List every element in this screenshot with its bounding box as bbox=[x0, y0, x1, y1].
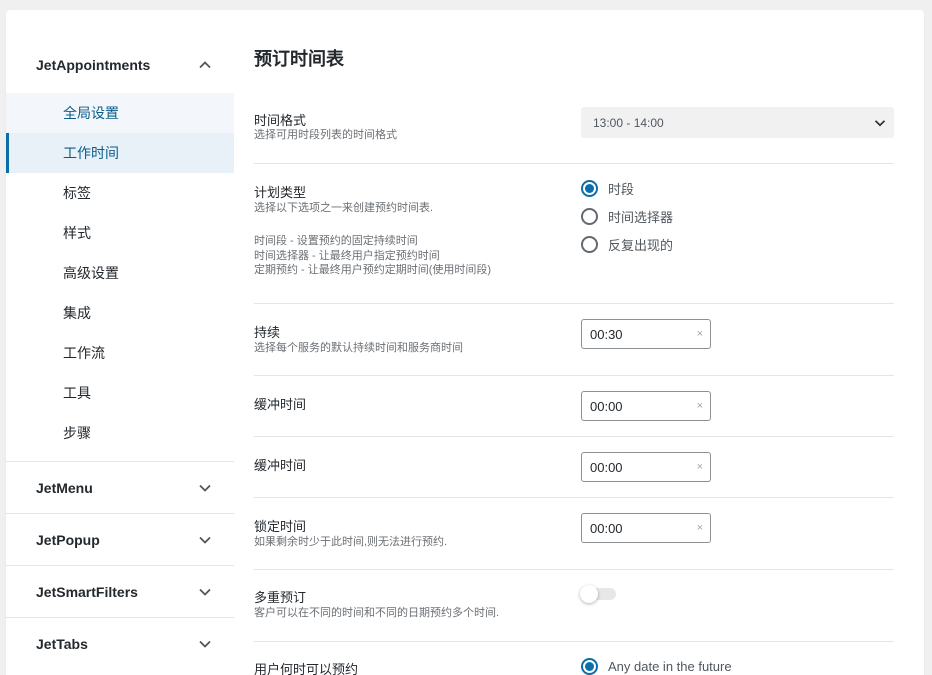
time-format-row: 时间格式 选择可用时段列表的时间格式 13:00 - 14:00 bbox=[254, 90, 894, 164]
time-format-desc: 选择可用时段列表的时间格式 bbox=[254, 129, 397, 141]
time-format-value: 13:00 - 14:00 bbox=[593, 115, 664, 130]
multi-booking-toggle[interactable] bbox=[580, 585, 616, 603]
toggle-knob bbox=[580, 585, 598, 603]
duration-row: 持续 选择每个服务的默认持续时间和服务商时间 00:30 × bbox=[254, 304, 894, 376]
buffer-time-after-row: 缓冲时间 00:00 × bbox=[254, 437, 894, 498]
settings-card: JetAppointments 全局设置 工作时间 标签 样式 高级设置 集成 … bbox=[6, 10, 924, 675]
lock-time-label: 锁定时间 bbox=[254, 519, 307, 534]
schedule-type-note: 定期预约 - 让最终用户预约定期时间(使用时间段) bbox=[254, 264, 492, 276]
plugin-name: JetAppointments bbox=[36, 57, 151, 73]
sidebar-item-general-settings[interactable]: 全局设置 bbox=[6, 93, 234, 133]
buffer-time-value: 00:00 bbox=[590, 398, 623, 414]
duration-value: 00:30 bbox=[590, 326, 623, 342]
lock-time-desc: 如果剩余时少于此时间,则无法进行预约. bbox=[254, 536, 448, 548]
sidebar-item-integrations[interactable]: 集成 bbox=[6, 293, 234, 333]
buffer-time-label: 缓冲时间 bbox=[254, 397, 307, 412]
booking-window-radios: Any date in the future bbox=[581, 652, 732, 675]
buffer-time-label: 缓冲时间 bbox=[254, 458, 307, 473]
radio-time-picker[interactable]: 时间选择器 bbox=[581, 202, 673, 230]
radio-unchecked-icon bbox=[581, 207, 598, 225]
sidebar-item-tools[interactable]: 工具 bbox=[6, 373, 234, 413]
plugin-name: JetSmartFilters bbox=[36, 583, 138, 600]
booking-window-label: 用户何时可以预约 bbox=[254, 662, 359, 675]
buffer-time-before-row: 缓冲时间 00:00 × bbox=[254, 376, 894, 437]
lock-time-input[interactable]: 00:00 × bbox=[581, 513, 711, 543]
clear-icon[interactable]: × bbox=[697, 328, 703, 340]
jetappointments-submenu: 全局设置 工作时间 标签 样式 高级设置 集成 工作流 工具 步骤 bbox=[6, 93, 234, 461]
radio-checked-icon bbox=[581, 657, 598, 675]
radio-any-future-date[interactable]: Any date in the future bbox=[581, 652, 732, 675]
schedule-type-label: 计划类型 bbox=[254, 185, 307, 200]
clear-icon[interactable]: × bbox=[697, 522, 703, 534]
time-format-select[interactable]: 13:00 - 14:00 bbox=[581, 107, 894, 138]
sidebar-item-steps[interactable]: 步骤 bbox=[6, 413, 234, 461]
buffer-time-before-input[interactable]: 00:00 × bbox=[581, 391, 711, 421]
schedule-type-note: 时间选择器 - 让最终用户指定预约时间 bbox=[254, 249, 440, 262]
multi-booking-row: 多重预订 客户可以在不同的时间和不同的日期预约多个时间. bbox=[254, 570, 894, 642]
clear-icon[interactable]: × bbox=[697, 400, 703, 412]
lock-time-row: 锁定时间 如果剩余时少于此时间,则无法进行预约. 00:00 × bbox=[254, 498, 894, 570]
chevron-up-icon bbox=[199, 61, 211, 69]
chevron-down-icon bbox=[874, 119, 886, 126]
sidebar-item-advanced-settings[interactable]: 高级设置 bbox=[6, 253, 234, 293]
multi-booking-desc: 客户可以在不同的时间和不同的日期预约多个时间. bbox=[254, 607, 500, 619]
schedule-type-note: 时间段 - 设置预约的固定持续时间 bbox=[254, 235, 418, 247]
chevron-down-icon bbox=[199, 640, 211, 648]
multi-booking-label: 多重预订 bbox=[254, 590, 307, 605]
schedule-type-row: 计划类型 选择以下选项之一来创建预约时间表. 时间段 - 设置预约的固定持续时间… bbox=[254, 164, 894, 304]
sidebar-item-working-hours[interactable]: 工作时间 bbox=[6, 133, 234, 173]
radio-unchecked-icon bbox=[581, 235, 598, 253]
page-title: 预订时间表 bbox=[254, 49, 344, 69]
schedule-type-desc: 选择以下选项之一来创建预约时间表. bbox=[254, 202, 434, 214]
chevron-down-icon bbox=[199, 484, 211, 492]
plugin-name: JetTabs bbox=[36, 635, 88, 652]
sidebar-item-labels[interactable]: 标签 bbox=[6, 173, 234, 213]
radio-time-slot[interactable]: 时段 bbox=[581, 174, 673, 202]
lock-time-value: 00:00 bbox=[590, 520, 623, 536]
sidebar-plugin-jetpopup[interactable]: JetPopup bbox=[6, 514, 234, 565]
sidebar-plugin-jetappointments[interactable]: JetAppointments bbox=[6, 37, 234, 93]
booking-window-row: 用户何时可以预约 Any date in the future bbox=[254, 642, 894, 675]
radio-recurring[interactable]: 反复出现的 bbox=[581, 230, 673, 258]
duration-input[interactable]: 00:30 × bbox=[581, 319, 711, 349]
sidebar-plugin-jetmenu[interactable]: JetMenu bbox=[6, 462, 234, 513]
plugin-name: JetMenu bbox=[36, 479, 93, 496]
radio-label: 时段 bbox=[608, 181, 635, 197]
radio-label: 反复出现的 bbox=[608, 237, 674, 253]
sidebar-plugin-jetsmartfilters[interactable]: JetSmartFilters bbox=[6, 566, 234, 617]
time-format-label: 时间格式 bbox=[254, 113, 307, 128]
settings-sidebar: JetAppointments 全局设置 工作时间 标签 样式 高级设置 集成 … bbox=[6, 37, 234, 669]
buffer-time-value: 00:00 bbox=[590, 459, 623, 475]
plugin-name: JetPopup bbox=[36, 531, 100, 548]
sidebar-item-style[interactable]: 样式 bbox=[6, 213, 234, 253]
chevron-down-icon bbox=[199, 536, 211, 544]
buffer-time-after-input[interactable]: 00:00 × bbox=[581, 452, 711, 482]
duration-desc: 选择每个服务的默认持续时间和服务商时间 bbox=[254, 342, 463, 354]
sidebar-item-workflows[interactable]: 工作流 bbox=[6, 333, 234, 373]
radio-label: 时间选择器 bbox=[608, 209, 674, 225]
duration-label: 持续 bbox=[254, 325, 281, 340]
schedule-type-radios: 时段 时间选择器 反复出现的 bbox=[581, 174, 673, 258]
chevron-down-icon bbox=[199, 588, 211, 596]
radio-checked-icon bbox=[581, 179, 598, 197]
sidebar-plugin-jettabs[interactable]: JetTabs bbox=[6, 618, 234, 669]
radio-label: Any date in the future bbox=[608, 658, 732, 674]
clear-icon[interactable]: × bbox=[697, 461, 703, 473]
